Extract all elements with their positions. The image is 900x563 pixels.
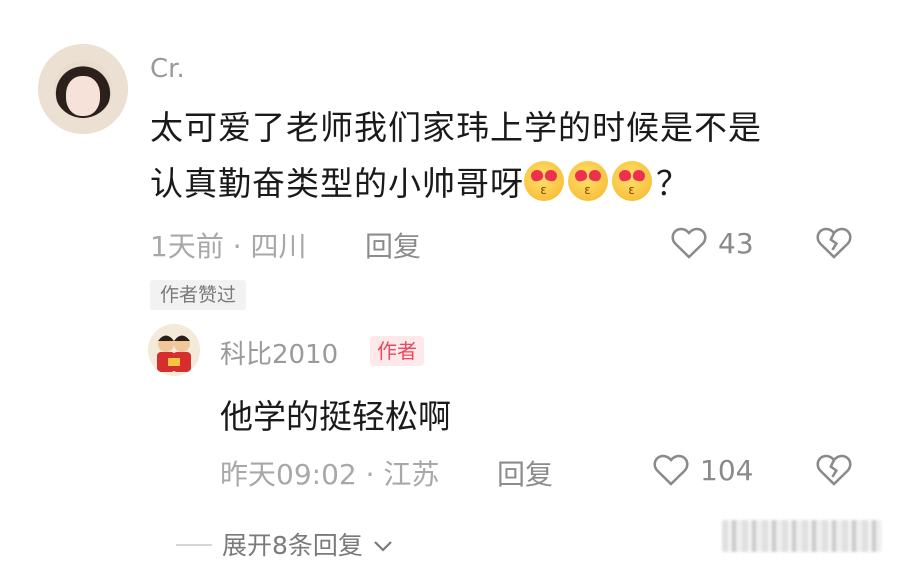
author-tag: 作者 [370,336,424,366]
comment-like-count: 43 [718,227,754,260]
heart-eyes-emoji-icon: ɛ [612,161,652,201]
reply-reply-button[interactable]: 回复 [497,453,553,493]
commenter-username[interactable]: Cr. [150,54,185,84]
author-liked-badge: 作者赞过 [150,280,247,310]
broken-heart-icon [816,227,852,259]
blurred-watermark [722,520,882,552]
reply-username[interactable]: 科比2010 [220,334,338,371]
comment-text-line1: 太可爱了老师我们家玮上学的时候是不是 [150,108,762,147]
commenter-avatar[interactable] [38,44,128,134]
comment-like-button[interactable] [670,224,708,264]
expand-replies-button[interactable]: 展开8条回复 [222,526,394,562]
broken-heart-icon [816,454,852,486]
chevron-down-icon [374,541,392,552]
heart-icon [653,454,689,486]
reply-dislike-button[interactable] [815,451,853,491]
comment-text-line2-wrap: 认真勤奋类型的小帅哥呀 ɛ ɛ ɛ？ [150,156,690,212]
comment-dislike-button[interactable] [815,224,853,264]
reply-text: 他学的挺轻松啊 [220,397,451,436]
reply-like-button[interactable] [652,451,690,491]
expand-replies-label: 展开8条回复 [222,531,363,560]
heart-eyes-emoji-icon: ɛ [524,161,564,201]
comment-text-line2: 认真勤奋类型的小帅哥呀 [150,164,524,203]
comment-reply-button[interactable]: 回复 [365,225,421,265]
reply-author-avatar[interactable] [148,324,200,376]
reply-time-location: 昨天09:02 · 江苏 [220,458,440,491]
cartoon-avatar-icon [148,324,200,376]
heart-eyes-emoji-icon: ɛ [568,161,608,201]
expand-divider [176,544,212,546]
comment-text-tail: ？ [656,164,690,203]
heart-icon [671,227,707,259]
reply-like-count: 104 [700,454,754,487]
comment-time-location: 1天前 · 四川 [150,230,307,263]
